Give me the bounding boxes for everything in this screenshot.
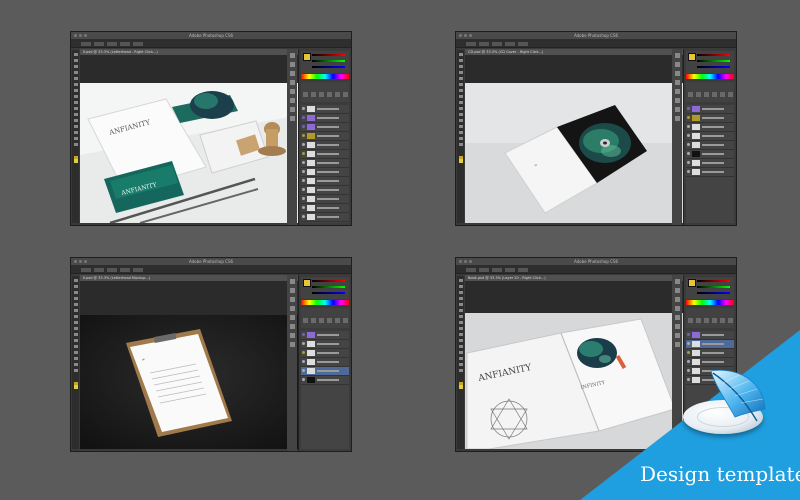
photoshop-window-stationery: Adobe Photoshop CS6 II.psd @ 33.3% (Lett…: [70, 31, 352, 226]
layer-row-selected[interactable]: [686, 340, 734, 349]
layer-row[interactable]: [301, 168, 349, 177]
layer-row[interactable]: [301, 204, 349, 213]
color-panel[interactable]: [301, 277, 349, 299]
layer-row[interactable]: [686, 331, 734, 340]
layer-row[interactable]: [301, 340, 349, 349]
window-title: Adobe Photoshop CS6: [188, 33, 234, 38]
layers-panel[interactable]: [301, 331, 349, 449]
document-canvas[interactable]: ANFIANITY ANFIANITY: [80, 55, 300, 223]
layer-row[interactable]: [301, 105, 349, 114]
options-bar[interactable]: [456, 265, 736, 274]
layer-row[interactable]: [301, 177, 349, 186]
right-panels[interactable]: [672, 49, 736, 225]
color-panel[interactable]: [301, 51, 349, 73]
window-titlebar: Adobe Photoshop CS6: [456, 258, 736, 265]
adjustments-panel[interactable]: [686, 82, 734, 116]
layer-row[interactable]: [301, 195, 349, 204]
window-titlebar: Adobe Photoshop CS6: [71, 32, 351, 39]
color-spectrum[interactable]: [301, 300, 349, 305]
cd-mockup-image: ∞: [465, 55, 685, 223]
options-bar[interactable]: [456, 39, 736, 48]
layer-row[interactable]: [686, 114, 734, 123]
layer-row[interactable]: [301, 376, 349, 385]
window-controls[interactable]: [74, 34, 87, 37]
adjustments-panel[interactable]: [686, 308, 734, 342]
feather-quill-icon: [710, 369, 766, 422]
layer-row[interactable]: [301, 349, 349, 358]
adjustments-panel[interactable]: [301, 82, 349, 116]
layer-row[interactable]: [301, 186, 349, 195]
layer-row[interactable]: [301, 213, 349, 222]
clipboard-mockup-image: ∞: [80, 281, 300, 449]
tools-panel[interactable]: [72, 50, 79, 223]
badge-label: Design templates: [640, 462, 800, 486]
layer-row[interactable]: [301, 114, 349, 123]
layer-row[interactable]: [686, 159, 734, 168]
document-canvas[interactable]: ∞: [80, 281, 300, 449]
tools-panel[interactable]: [457, 276, 464, 449]
photoshop-window-cd: Adobe Photoshop CS6 CD.psd @ 33.3% (CD C…: [455, 31, 737, 226]
layer-row[interactable]: [301, 150, 349, 159]
tools-panel[interactable]: [457, 50, 464, 223]
layer-row[interactable]: [301, 358, 349, 367]
photoshop-window-clipboard: Adobe Photoshop CS6 II.psd @ 33.3% (Lett…: [70, 257, 352, 452]
window-controls[interactable]: [459, 260, 472, 263]
color-panel[interactable]: [686, 51, 734, 73]
layer-row[interactable]: [301, 132, 349, 141]
panel-dock-icons[interactable]: [287, 49, 297, 225]
stationery-mockup-image: ANFIANITY ANFIANITY: [80, 55, 300, 223]
book-mockup-image: ANFIANITY INFINITY: [465, 281, 685, 449]
layer-row[interactable]: [686, 168, 734, 177]
color-spectrum[interactable]: [686, 300, 734, 305]
right-panels[interactable]: [287, 49, 351, 225]
layer-row[interactable]: [301, 159, 349, 168]
layer-row[interactable]: [686, 132, 734, 141]
layer-row[interactable]: [686, 150, 734, 159]
window-title: Adobe Photoshop CS6: [573, 259, 619, 264]
layer-row-selected[interactable]: [301, 367, 349, 376]
layers-panel[interactable]: [686, 105, 734, 223]
window-titlebar: Adobe Photoshop CS6: [71, 258, 351, 265]
document-canvas[interactable]: ANFIANITY INFINITY: [465, 281, 685, 449]
window-controls[interactable]: [459, 34, 472, 37]
color-spectrum[interactable]: [686, 74, 734, 79]
window-controls[interactable]: [74, 260, 87, 263]
tools-panel[interactable]: [72, 276, 79, 449]
panel-dock-icons[interactable]: [672, 49, 682, 225]
badge: [675, 365, 770, 445]
layer-row[interactable]: [301, 123, 349, 132]
document-canvas[interactable]: ∞: [465, 55, 685, 223]
panel-dock-icons[interactable]: [287, 275, 297, 451]
adjustments-panel[interactable]: [301, 308, 349, 342]
window-title: Adobe Photoshop CS6: [573, 33, 619, 38]
layers-panel[interactable]: [301, 105, 349, 223]
options-bar[interactable]: [71, 39, 351, 48]
color-spectrum[interactable]: [301, 74, 349, 79]
options-bar[interactable]: [71, 265, 351, 274]
window-titlebar: Adobe Photoshop CS6: [456, 32, 736, 39]
layer-row[interactable]: [686, 105, 734, 114]
layer-row[interactable]: [686, 141, 734, 150]
color-panel[interactable]: [686, 277, 734, 299]
layer-row[interactable]: [686, 123, 734, 132]
layer-row[interactable]: [686, 349, 734, 358]
window-title: Adobe Photoshop CS6: [188, 259, 234, 264]
layer-row[interactable]: [301, 331, 349, 340]
right-panels[interactable]: [287, 275, 351, 451]
layer-row[interactable]: [301, 141, 349, 150]
